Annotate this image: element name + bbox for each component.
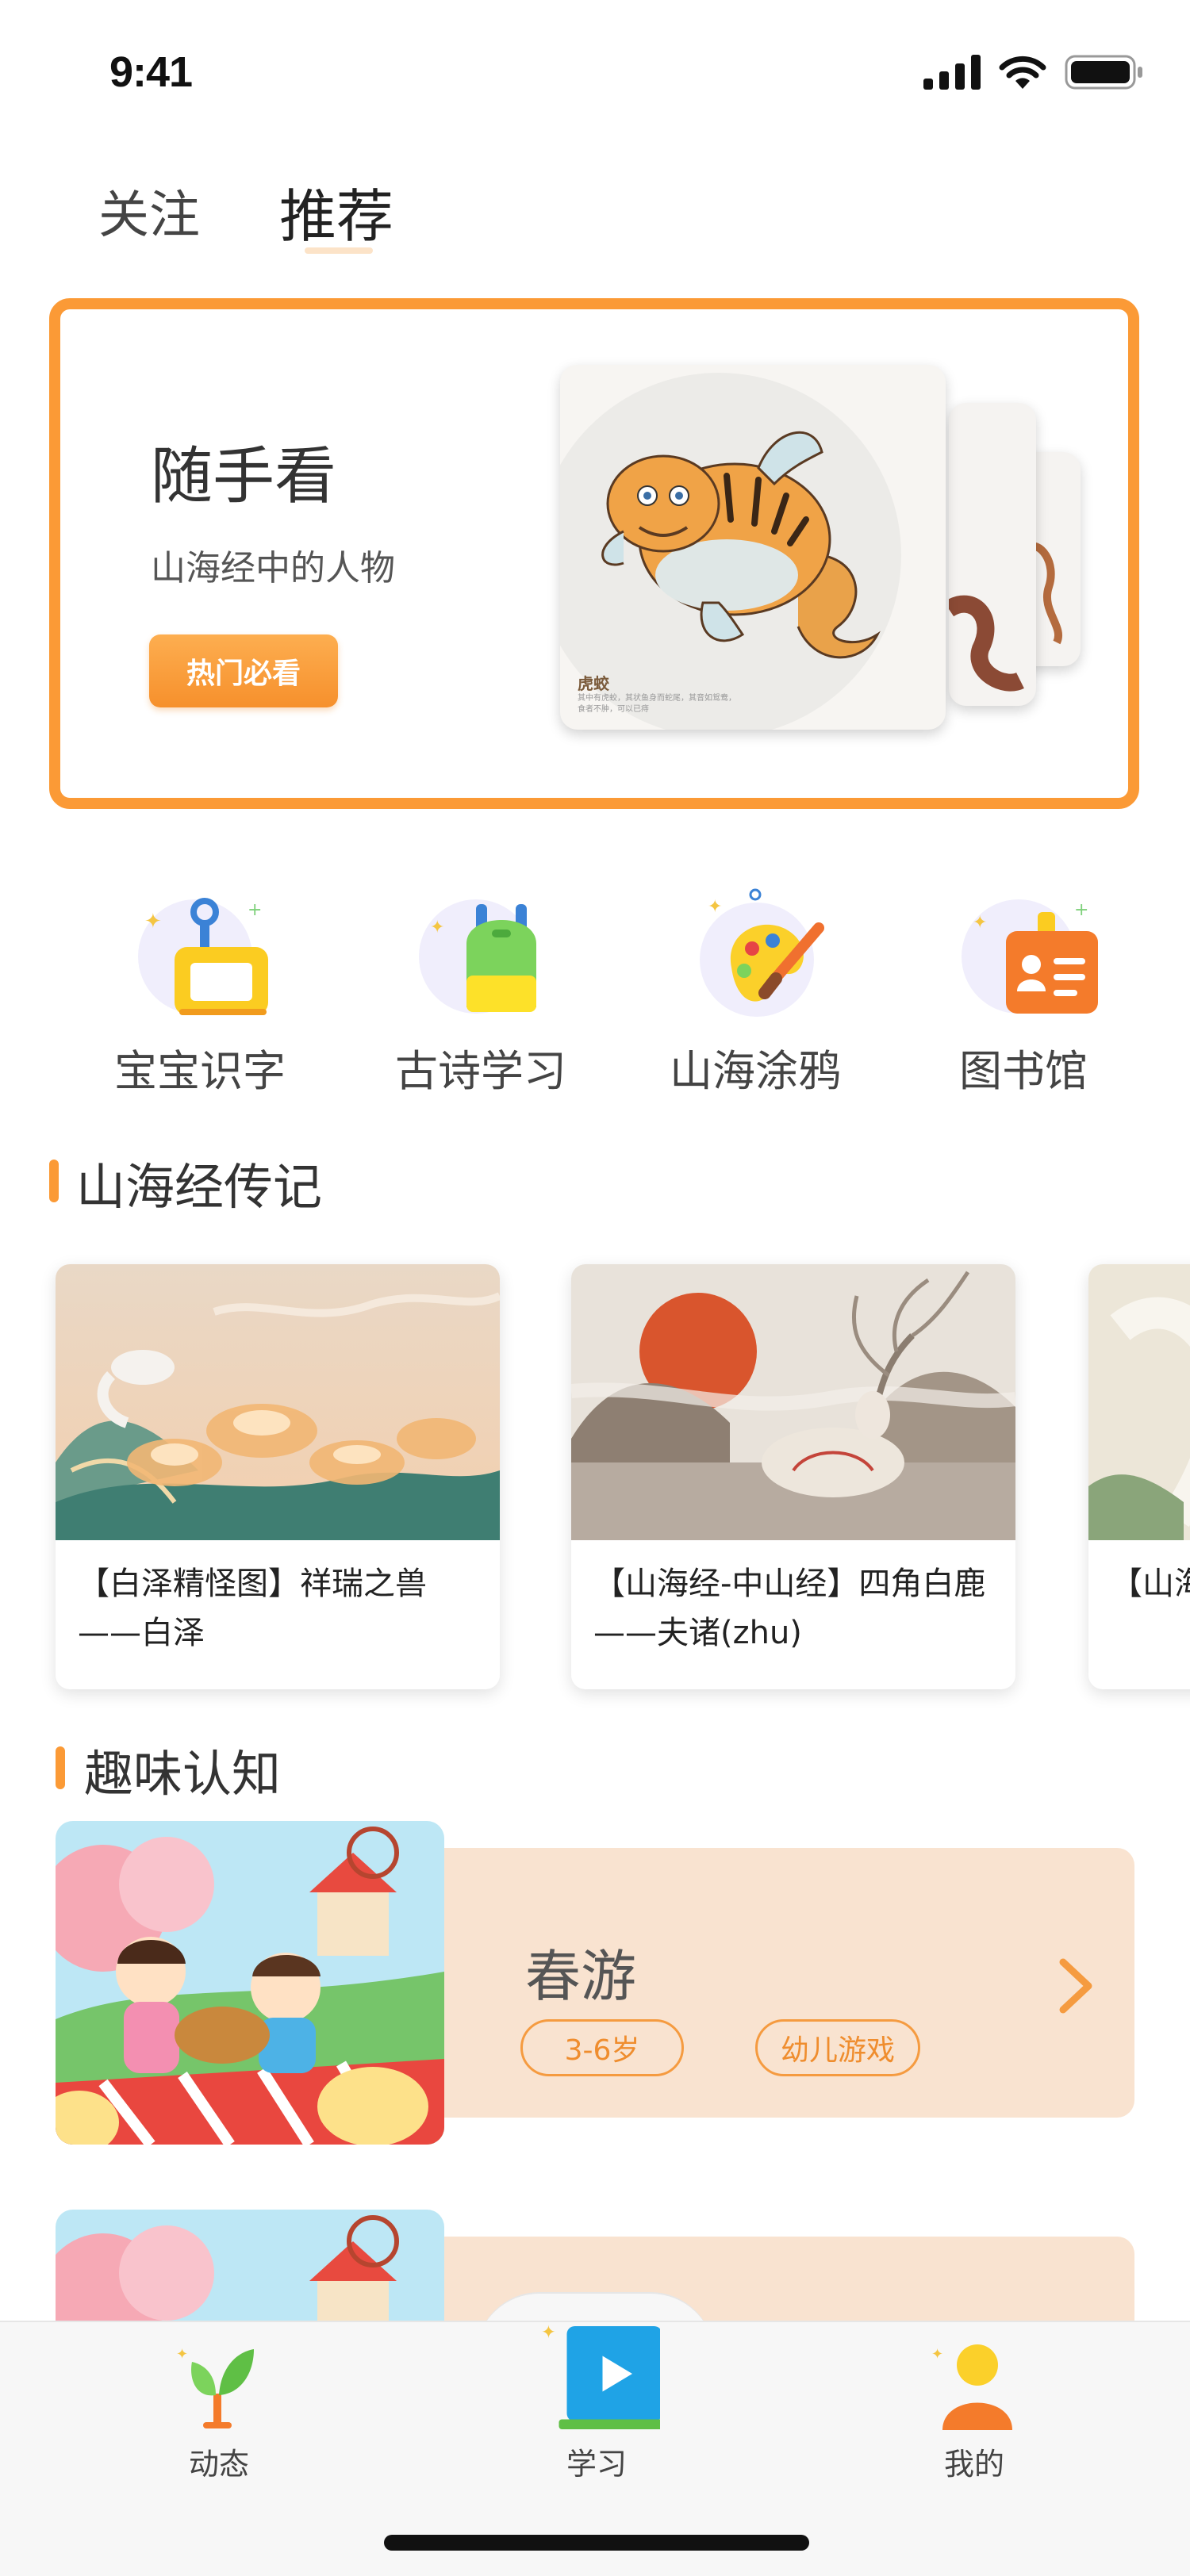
legend-card[interactable]: 【山海经】驱邪一 — [1088, 1264, 1190, 1689]
easel-icon: ✦ + — [129, 880, 279, 1031]
sprout-icon: ✦ — [176, 2346, 254, 2428]
category-label: 山海涂鸦 — [670, 1046, 841, 1096]
category-doodle[interactable]: ✦ 山海涂鸦 — [652, 880, 858, 1110]
backpack-icon: ✦ — [409, 880, 560, 1031]
legend-card-image — [571, 1264, 1015, 1540]
svg-text:✦: ✦ — [931, 2346, 943, 2363]
tiger-fish-illustration — [560, 373, 901, 730]
nav-item-feed[interactable]: ✦ 动态 — [124, 2322, 314, 2482]
stack-card-middle — [949, 403, 1036, 706]
category-poetry[interactable]: ✦ 古诗学习 — [378, 880, 584, 1110]
battery-icon — [1065, 55, 1142, 90]
nav-item-study[interactable]: ✦ 学习 — [501, 2322, 692, 2482]
svg-text:✦: ✦ — [176, 2346, 188, 2363]
section-title-legends: 山海经传记 — [76, 1158, 323, 1216]
fun-card-title: 春游 — [525, 1944, 636, 2009]
section-title-fun: 趣味认知 — [84, 1745, 282, 1803]
featured-banner[interactable]: 随手看 山海经中的人物 热门必看 虎蛟 其中有虎蛟，其状鱼身而蛇尾，其音如鸳鸯，… — [49, 298, 1139, 809]
svg-text:✦: ✦ — [541, 2322, 556, 2343]
nav-item-profile[interactable]: ✦ 我的 — [879, 2322, 1069, 2482]
fun-card[interactable]: 春游 3-6岁 幼儿游戏 — [56, 1821, 1134, 2145]
library-card-icon: ✦ + — [952, 880, 1103, 1031]
nav-label: 动态 — [188, 2447, 249, 2482]
hot-watch-button[interactable]: 热门必看 — [149, 634, 338, 707]
svg-text:+: + — [248, 900, 262, 920]
svg-text:✦: ✦ — [973, 913, 987, 933]
person-icon: ✦ — [931, 2344, 1012, 2430]
legend-card-title: 【山海经】驱邪一 — [1111, 1566, 1190, 1602]
wifi-icon — [999, 56, 1046, 89]
status-time: 9:41 — [109, 48, 193, 96]
nav-label: 我的 — [943, 2447, 1004, 2482]
home-indicator — [384, 2535, 809, 2551]
fun-card-background — [373, 1848, 1134, 2118]
card-creature-caption: 其中有虎蛟，其状鱼身而蛇尾，其音如鸳鸯，食者不肿，可以已痔 — [578, 694, 736, 714]
svg-text:✦: ✦ — [430, 918, 444, 937]
banner-title: 随手看 — [151, 441, 337, 512]
section-accent-bar — [56, 1746, 65, 1789]
tab-recommend[interactable]: 推荐 — [279, 170, 393, 253]
svg-text:+: + — [1074, 900, 1088, 920]
banner-subtitle: 山海经中的人物 — [151, 548, 395, 588]
tab-follow[interactable]: 关注 — [98, 174, 200, 247]
category-literacy[interactable]: ✦ + 宝宝识字 — [97, 880, 303, 1110]
play-screen-icon: ✦ — [541, 2322, 660, 2429]
stack-card-front: 虎蛟 其中有虎蛟，其状鱼身而蛇尾，其音如鸳鸯，食者不肿，可以已痔 — [560, 365, 946, 730]
svg-text:✦: ✦ — [708, 897, 722, 917]
palette-icon: ✦ — [684, 880, 835, 1031]
category-library[interactable]: ✦ + 图书馆 — [920, 880, 1127, 1110]
nav-label: 学习 — [566, 2447, 627, 2482]
age-tag: 3-6岁 — [520, 2019, 684, 2076]
legend-card-title: 【山海经-中山经】四角白鹿——夫诸(zhu) — [593, 1566, 986, 1651]
section-accent-bar — [49, 1160, 59, 1202]
fun-card-image — [56, 1821, 444, 2145]
category-label: 宝宝识字 — [114, 1046, 286, 1096]
legend-card-image — [56, 1264, 500, 1540]
status-icons — [923, 52, 1144, 92]
card-creature-name: 虎蛟 — [578, 674, 609, 693]
legend-card-image — [1088, 1264, 1190, 1540]
svg-text:✦: ✦ — [144, 910, 162, 933]
category-tag: 幼儿游戏 — [755, 2019, 920, 2076]
chevron-right-icon[interactable] — [1052, 1954, 1100, 2018]
legend-card[interactable]: 【山海经-中山经】四角白鹿——夫诸(zhu) — [571, 1264, 1015, 1689]
category-label: 图书馆 — [959, 1046, 1088, 1096]
status-bar: 9:41 — [0, 0, 1190, 143]
tab-active-indicator — [305, 247, 373, 254]
legend-card-title: 【白泽精怪图】祥瑞之兽——白泽 — [78, 1566, 427, 1651]
category-label: 古诗学习 — [395, 1046, 566, 1096]
legend-card[interactable]: 【白泽精怪图】祥瑞之兽——白泽 — [56, 1264, 500, 1689]
banner-card-stack[interactable]: 虎蛟 其中有虎蛟，其状鱼身而蛇尾，其音如鸳鸯，食者不肿，可以已痔 — [560, 365, 1115, 746]
app-page: 9:41 关注 推荐 随手看 山海经中的人物 热门必看 虎蛟 其中有虎蛟，其状鱼… — [0, 0, 1190, 2576]
cellular-signal-icon — [923, 55, 981, 90]
